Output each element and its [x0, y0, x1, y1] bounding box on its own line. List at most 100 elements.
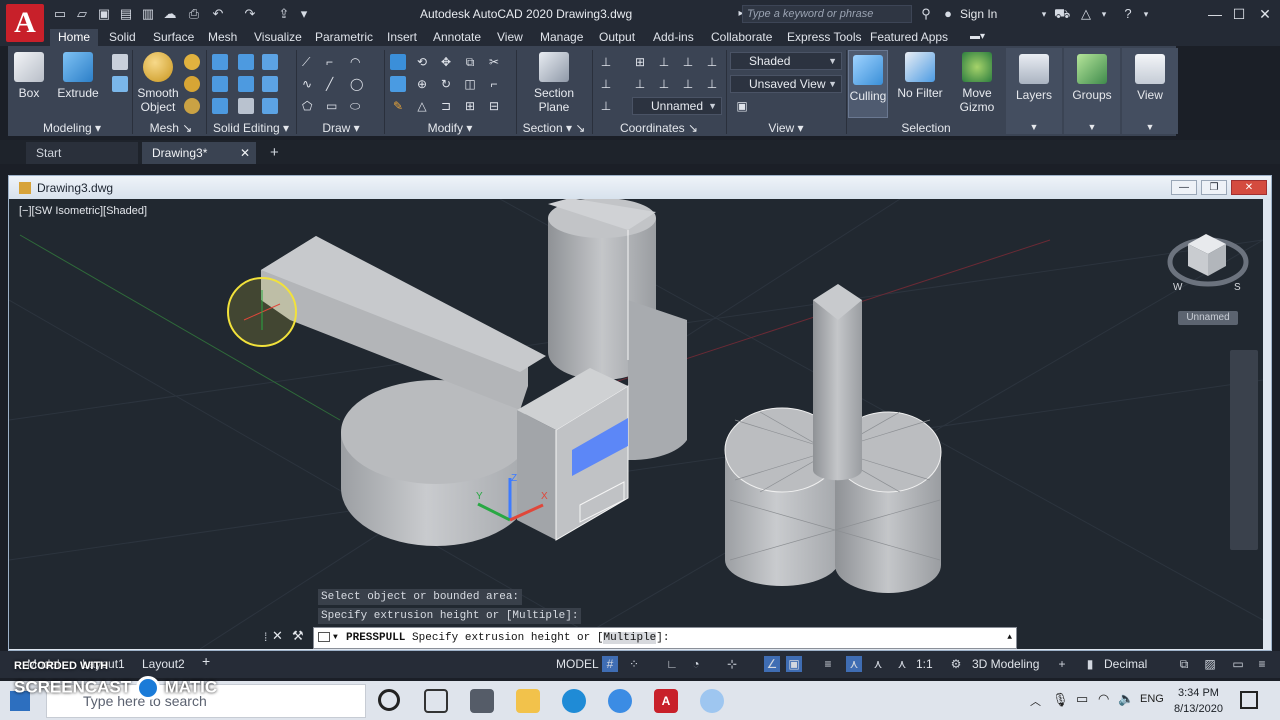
ucs-menu-button[interactable]: Unnamed: [1178, 311, 1238, 325]
snap-icon[interactable]: ⁘: [626, 656, 642, 672]
tab-insert[interactable]: Insert: [379, 29, 425, 46]
lineweight-icon[interactable]: ≡: [820, 656, 836, 672]
command-history-toggle-icon[interactable]: ▲: [1007, 628, 1012, 648]
save-icon[interactable]: ▣: [96, 6, 112, 22]
ucs-named-icon[interactable]: ⊥: [598, 98, 614, 114]
notifications-icon[interactable]: [1240, 691, 1258, 709]
ortho-icon[interactable]: ∟: [664, 656, 680, 672]
rectangle-icon[interactable]: ▭: [326, 98, 342, 114]
isolate-icon[interactable]: ⧉: [1176, 656, 1192, 672]
slice-icon[interactable]: [238, 54, 254, 70]
ucs-face-icon[interactable]: ⊥: [704, 76, 720, 92]
ellipse-icon[interactable]: ⬭: [350, 98, 366, 114]
new-tab-icon[interactable]: +: [260, 142, 279, 164]
cortana-icon[interactable]: [378, 689, 400, 711]
tab-solid[interactable]: Solid: [101, 29, 144, 46]
new-file-icon[interactable]: ▭: [52, 6, 68, 22]
user-icon[interactable]: ●: [940, 6, 956, 22]
draw-panel-title[interactable]: Draw ▾: [298, 121, 384, 136]
tab-featured-apps[interactable]: Featured Apps: [862, 29, 956, 46]
file-explorer-icon[interactable]: [516, 689, 540, 713]
groups-button[interactable]: Groups ▼: [1064, 48, 1120, 134]
tab-output[interactable]: Output: [591, 29, 643, 46]
thicken-icon[interactable]: [238, 98, 254, 114]
tab-start[interactable]: Start: [26, 142, 138, 164]
presspull-icon[interactable]: [112, 76, 128, 92]
a360-dropdown-icon[interactable]: ▾: [1096, 6, 1112, 22]
extract-edges-icon[interactable]: [262, 54, 278, 70]
line-icon[interactable]: ⟋: [302, 54, 318, 70]
tab-mesh[interactable]: Mesh: [200, 29, 245, 46]
right-solid[interactable]: [724, 284, 942, 593]
chrome-icon[interactable]: [608, 689, 632, 713]
intersect-icon[interactable]: [212, 98, 228, 114]
model-space-button[interactable]: MODEL: [556, 657, 599, 671]
mesh-panel-title[interactable]: Mesh ↘: [136, 121, 206, 136]
move-arrows-icon[interactable]: ✥: [438, 54, 454, 70]
section-plane-button[interactable]: Section Plane: [528, 52, 580, 114]
show-hidden-icons-icon[interactable]: ︿: [1030, 693, 1041, 709]
section-panel-title[interactable]: Section ▾ ↘: [518, 121, 590, 136]
explode-icon[interactable]: △: [414, 98, 430, 114]
rotate-icon[interactable]: ⊕: [414, 76, 430, 92]
binoculars-icon[interactable]: ⚲: [918, 6, 934, 22]
tab-surface[interactable]: Surface: [145, 29, 202, 46]
subtract-icon[interactable]: [212, 76, 228, 92]
tab-visualize[interactable]: Visualize: [246, 29, 310, 46]
rotate2-icon[interactable]: ↻: [438, 76, 454, 92]
ucs-view-icon[interactable]: ⊥: [656, 76, 672, 92]
navigation-bar[interactable]: [1230, 350, 1258, 550]
plot-icon[interactable]: ⎙: [186, 6, 202, 22]
command-grip-icon[interactable]: ⁞: [264, 630, 267, 644]
tab-manage[interactable]: Manage: [532, 29, 591, 46]
tab-drawing3[interactable]: Drawing3* ✕: [142, 142, 256, 164]
network-icon[interactable]: ▭: [1076, 691, 1088, 707]
ucs-origin-icon[interactable]: ⊥: [598, 76, 614, 92]
help-dropdown-icon[interactable]: ▾: [1138, 6, 1154, 22]
wifi-icon[interactable]: ◠: [1098, 691, 1109, 707]
polygon-icon[interactable]: ⬠: [302, 98, 318, 114]
taskbar-clock[interactable]: 3:34 PM 8/13/2020: [1174, 685, 1223, 717]
extrude-button[interactable]: Extrude: [56, 52, 100, 100]
trim-icon[interactable]: ✂: [486, 54, 502, 70]
units-select[interactable]: Decimal: [1104, 657, 1147, 671]
coordinates-panel-title[interactable]: Coordinates ↘: [594, 121, 724, 136]
sign-in-button[interactable]: Sign In: [960, 7, 997, 21]
grid-icon[interactable]: #: [602, 656, 618, 672]
viewcube[interactable]: W S: [1167, 234, 1249, 293]
tab-collaborate[interactable]: Collaborate: [703, 29, 780, 46]
polar-icon[interactable]: ◔: [688, 656, 704, 672]
offset-icon[interactable]: ⊐: [438, 98, 454, 114]
annotation-visibility-icon[interactable]: ⋏: [870, 656, 886, 672]
share-icon[interactable]: ⇪: [276, 6, 292, 22]
viewport-config-icon[interactable]: ▣: [734, 98, 750, 114]
customize-icon[interactable]: ≡: [1254, 656, 1270, 672]
layers-button[interactable]: Layers ▼: [1006, 48, 1062, 134]
close-button[interactable]: ✕: [1250, 3, 1280, 25]
command-dropdown-icon[interactable]: ▼: [333, 628, 338, 648]
autocad-logo-icon[interactable]: A: [6, 4, 44, 42]
ucs-icon[interactable]: ⊥: [598, 54, 614, 70]
xline-icon[interactable]: ╱: [326, 76, 342, 92]
tab-express-tools[interactable]: Express Tools: [779, 29, 869, 46]
qat-dropdown-icon[interactable]: ▾: [296, 6, 312, 22]
separate-icon[interactable]: [262, 98, 278, 114]
osnap-tracking-icon[interactable]: ∠: [764, 656, 780, 672]
array-icon[interactable]: ⊞: [462, 98, 478, 114]
screencast-taskbar-icon[interactable]: [700, 689, 724, 713]
multiple-option[interactable]: Multiple: [603, 632, 657, 644]
annotation-autoscale-icon[interactable]: ⋏: [894, 656, 910, 672]
rotate-3d-icon[interactable]: ⟲: [414, 54, 430, 70]
polyline-icon[interactable]: ⌐: [326, 54, 342, 70]
tab-home[interactable]: Home: [50, 29, 99, 46]
task-view-icon[interactable]: [424, 689, 448, 713]
cloud-icon[interactable]: ☁: [162, 6, 178, 22]
box-button[interactable]: Box: [12, 52, 46, 100]
tab-view[interactable]: View: [489, 29, 531, 46]
view-panel-title[interactable]: View ▾: [728, 121, 844, 136]
viewport-controls-label[interactable]: [−][SW Isometric][Shaded]: [19, 205, 147, 217]
edge-icon[interactable]: [562, 689, 586, 713]
language-indicator[interactable]: ENG: [1140, 693, 1164, 705]
erase-icon[interactable]: ✎: [390, 98, 406, 114]
autocad-taskbar-icon[interactable]: A: [654, 689, 678, 713]
